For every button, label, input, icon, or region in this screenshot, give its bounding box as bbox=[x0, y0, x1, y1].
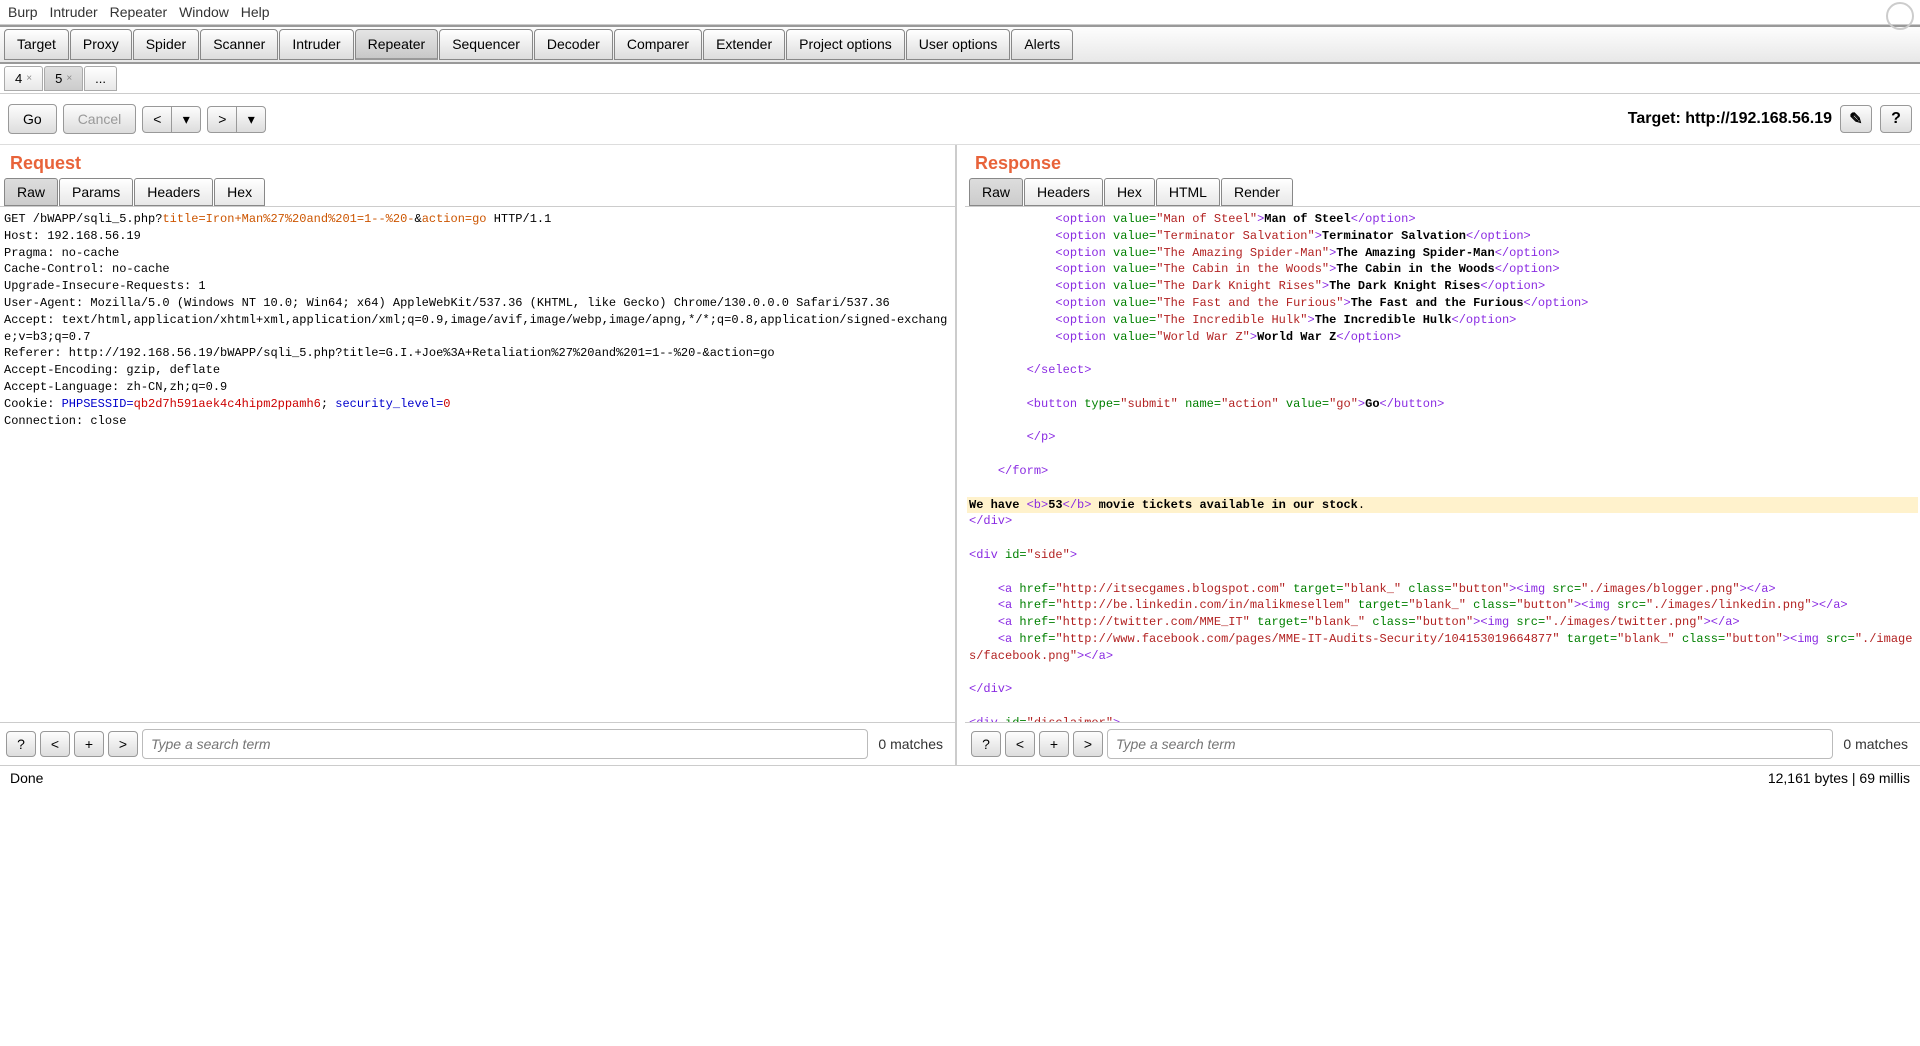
sub-tab-bar: 4 ×5 ×... bbox=[0, 64, 1920, 94]
search-add-button[interactable]: + bbox=[74, 731, 104, 757]
request-match-count: 0 matches bbox=[872, 736, 949, 752]
main-tab-decoder[interactable]: Decoder bbox=[534, 29, 613, 60]
main-tab-project-options[interactable]: Project options bbox=[786, 29, 905, 60]
go-button[interactable]: Go bbox=[8, 104, 57, 134]
response-tab-headers[interactable]: Headers bbox=[1024, 178, 1103, 206]
response-match-count: 0 matches bbox=[1837, 736, 1914, 752]
next-group: > ▾ bbox=[207, 106, 266, 133]
response-search: ? < + > 0 matches bbox=[965, 722, 1920, 765]
menu-help[interactable]: Help bbox=[241, 4, 270, 20]
main-tab-bar: TargetProxySpiderScannerIntruderRepeater… bbox=[0, 25, 1920, 64]
menu-repeater[interactable]: Repeater bbox=[110, 4, 168, 20]
search-help-button[interactable]: ? bbox=[971, 731, 1001, 757]
main-tab-user-options[interactable]: User options bbox=[906, 29, 1011, 60]
search-prev-button[interactable]: < bbox=[40, 731, 70, 757]
response-tabs: RawHeadersHexHTMLRender bbox=[965, 178, 1920, 206]
status-right: 12,161 bytes | 69 millis bbox=[1768, 770, 1910, 786]
search-next-button[interactable]: > bbox=[1073, 731, 1103, 757]
sub-tab-4[interactable]: 4 × bbox=[4, 66, 43, 91]
close-icon[interactable]: × bbox=[66, 73, 72, 84]
status-left: Done bbox=[10, 770, 43, 786]
close-icon[interactable]: × bbox=[26, 73, 32, 84]
help-button[interactable]: ? bbox=[1880, 105, 1912, 133]
response-panel: Response RawHeadersHexHTMLRender <option… bbox=[955, 145, 1920, 765]
request-panel: Request RawParamsHeadersHex GET /bWAPP/s… bbox=[0, 145, 955, 765]
request-tab-raw[interactable]: Raw bbox=[4, 178, 58, 206]
main-tab-comparer[interactable]: Comparer bbox=[614, 29, 702, 60]
repeater-toolbar: Go Cancel < ▾ > ▾ Target: http://192.168… bbox=[0, 94, 1920, 145]
response-tab-hex[interactable]: Hex bbox=[1104, 178, 1155, 206]
search-help-button[interactable]: ? bbox=[6, 731, 36, 757]
prev-button[interactable]: < bbox=[142, 106, 172, 133]
response-title: Response bbox=[965, 145, 1920, 178]
request-search-input[interactable] bbox=[142, 729, 868, 759]
edit-target-button[interactable]: ✎ bbox=[1840, 105, 1872, 133]
main-tab-proxy[interactable]: Proxy bbox=[70, 29, 132, 60]
main-tab-spider[interactable]: Spider bbox=[133, 29, 199, 60]
question-icon: ? bbox=[1891, 110, 1901, 128]
request-body[interactable]: GET /bWAPP/sqli_5.php?title=Iron+Man%27%… bbox=[0, 206, 955, 722]
request-tab-headers[interactable]: Headers bbox=[134, 178, 213, 206]
menu-window[interactable]: Window bbox=[179, 4, 229, 20]
request-tab-params[interactable]: Params bbox=[59, 178, 133, 206]
main-tab-sequencer[interactable]: Sequencer bbox=[439, 29, 533, 60]
prev-dropdown[interactable]: ▾ bbox=[171, 106, 201, 133]
target-label: Target: http://192.168.56.19 bbox=[1628, 110, 1832, 128]
response-tab-render[interactable]: Render bbox=[1221, 178, 1293, 206]
menu-intruder[interactable]: Intruder bbox=[49, 4, 97, 20]
menu-bar: Burp Intruder Repeater Window Help bbox=[0, 0, 1920, 25]
next-dropdown[interactable]: ▾ bbox=[236, 106, 266, 133]
search-prev-button[interactable]: < bbox=[1005, 731, 1035, 757]
prev-group: < ▾ bbox=[142, 106, 201, 133]
status-bar: Done 12,161 bytes | 69 millis bbox=[0, 765, 1920, 790]
main-tab-alerts[interactable]: Alerts bbox=[1011, 29, 1073, 60]
main-tab-extender[interactable]: Extender bbox=[703, 29, 785, 60]
main-tab-target[interactable]: Target bbox=[4, 29, 69, 60]
main-tab-scanner[interactable]: Scanner bbox=[200, 29, 278, 60]
request-tabs: RawParamsHeadersHex bbox=[0, 178, 955, 206]
menu-burp[interactable]: Burp bbox=[8, 4, 38, 20]
main-tab-intruder[interactable]: Intruder bbox=[279, 29, 353, 60]
cancel-button[interactable]: Cancel bbox=[63, 104, 137, 134]
response-search-input[interactable] bbox=[1107, 729, 1833, 759]
main-tab-repeater[interactable]: Repeater bbox=[355, 29, 439, 60]
search-next-button[interactable]: > bbox=[108, 731, 138, 757]
request-tab-hex[interactable]: Hex bbox=[214, 178, 265, 206]
burp-logo bbox=[1886, 2, 1914, 30]
pencil-icon: ✎ bbox=[1849, 109, 1862, 129]
request-title: Request bbox=[0, 145, 955, 178]
search-add-button[interactable]: + bbox=[1039, 731, 1069, 757]
response-tab-html[interactable]: HTML bbox=[1156, 178, 1220, 206]
sub-tab-...[interactable]: ... bbox=[84, 66, 117, 91]
response-body[interactable]: <option value="Man of Steel">Man of Stee… bbox=[965, 206, 1920, 722]
request-search: ? < + > 0 matches bbox=[0, 722, 955, 765]
sub-tab-5[interactable]: 5 × bbox=[44, 66, 83, 91]
next-button[interactable]: > bbox=[207, 106, 237, 133]
response-tab-raw[interactable]: Raw bbox=[969, 178, 1023, 206]
